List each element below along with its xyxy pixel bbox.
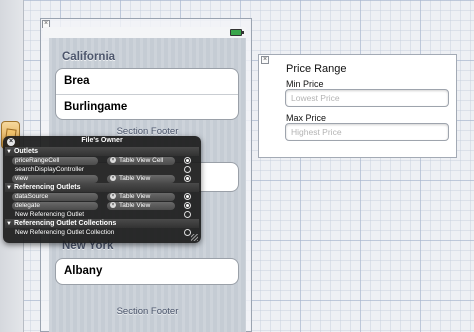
table-cell-burlingame[interactable]: Burlingame [56, 94, 238, 119]
referencing-outlet-name: delegate [12, 202, 98, 210]
outlet-row[interactable]: searchDisplayController [5, 165, 199, 174]
max-price-label: Max Price [286, 113, 327, 123]
connection-target-label: Table View [119, 192, 151, 200]
connection-circle-icon[interactable] [184, 193, 191, 200]
connection-target[interactable]: × Table View [107, 201, 175, 210]
outlets-header-label: Outlets [13, 148, 39, 155]
disconnect-icon[interactable]: × [110, 193, 116, 199]
max-price-field[interactable] [285, 123, 449, 141]
connection-target[interactable]: × Table View [107, 174, 175, 183]
disclosure-triangle-icon[interactable]: ▼ [6, 149, 12, 155]
outlet-name: view [12, 175, 98, 183]
referencing-outlet-row[interactable]: New Referencing Outlet [5, 210, 199, 219]
referencing-outlets-header-label: Referencing Outlets [13, 184, 81, 191]
disclosure-triangle-icon[interactable]: ▼ [6, 221, 12, 227]
connections-hud[interactable]: File's Owner × ▼ Outlets priceRangeCell ×… [3, 136, 201, 243]
disclosure-triangle-icon[interactable]: ▼ [6, 185, 12, 191]
connection-circle-icon[interactable] [184, 157, 191, 164]
outlet-name: searchDisplayController [15, 166, 84, 173]
outlet-name: priceRangeCell [12, 157, 98, 165]
status-bar [43, 27, 246, 38]
disconnect-icon[interactable]: × [110, 175, 116, 181]
close-icon[interactable]: × [7, 138, 15, 146]
connection-target-label: Table View Cell [119, 156, 164, 164]
connection-circle-icon[interactable] [184, 175, 191, 182]
referencing-outlet-name: dataSource [12, 193, 98, 201]
referencing-outlet-row[interactable]: dataSource × Table View [5, 192, 199, 201]
connection-target-label: Table View [119, 201, 151, 209]
battery-icon [230, 29, 244, 36]
section-california-cells: Brea Burlingame [55, 68, 239, 120]
price-range-title: Price Range [286, 63, 347, 75]
disconnect-icon[interactable]: × [110, 157, 116, 163]
connection-target[interactable]: × Table View [107, 192, 175, 201]
disconnect-icon[interactable]: × [110, 202, 116, 208]
referencing-collections-header-label: Referencing Outlet Collections [13, 220, 117, 227]
outlet-row[interactable]: priceRangeCell × Table View Cell [5, 156, 199, 165]
connection-target[interactable]: × Table View Cell [107, 156, 175, 165]
min-price-label: Min Price [286, 79, 324, 89]
connection-circle-icon[interactable] [184, 202, 191, 209]
connection-circle-icon[interactable] [184, 229, 191, 236]
price-range-cell[interactable]: × Price Range Min Price Max Price [258, 54, 457, 158]
referencing-outlet-row[interactable]: delegate × Table View [5, 201, 199, 210]
table-cell-brea[interactable]: Brea [56, 69, 238, 94]
connection-circle-icon[interactable] [184, 211, 191, 218]
section-header-california: California [62, 51, 116, 63]
referencing-outlets-header[interactable]: ▼ Referencing Outlets [5, 183, 199, 192]
outlet-row[interactable]: view × Table View [5, 174, 199, 183]
table-cell-albany[interactable]: Albany [56, 259, 238, 284]
referencing-collections-header[interactable]: ▼ Referencing Outlet Collections [5, 219, 199, 228]
connection-target-label: Table View [119, 174, 151, 182]
resize-grip[interactable] [191, 234, 198, 241]
connections-list: ▼ Outlets priceRangeCell × Table View Cell… [5, 147, 199, 237]
referencing-collection-row[interactable]: New Referencing Outlet Collection [5, 228, 199, 237]
section-footer: Section Footer [116, 306, 179, 317]
close-icon[interactable]: × [261, 56, 269, 64]
connection-circle-icon[interactable] [184, 166, 191, 173]
referencing-outlet-name: New Referencing Outlet [15, 211, 85, 218]
section-new-york-cells: Albany [55, 258, 239, 285]
min-price-field[interactable] [285, 89, 449, 107]
outlets-header[interactable]: ▼ Outlets [5, 147, 199, 156]
referencing-collection-name: New Referencing Outlet Collection [15, 229, 115, 236]
hud-title: File's Owner [81, 137, 123, 144]
